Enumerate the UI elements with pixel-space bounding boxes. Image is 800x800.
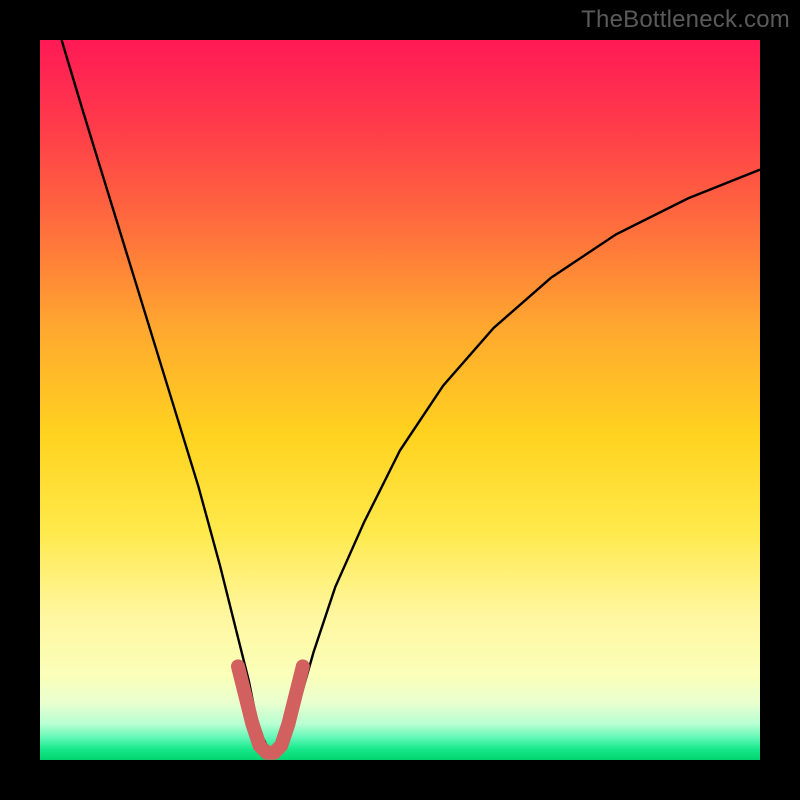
plot-area	[40, 40, 760, 760]
curve-layer	[40, 40, 760, 760]
bottleneck-curve	[62, 40, 760, 753]
watermark-text: TheBottleneck.com	[581, 6, 790, 34]
chart-frame: TheBottleneck.com	[0, 0, 800, 800]
match-band	[238, 666, 303, 752]
